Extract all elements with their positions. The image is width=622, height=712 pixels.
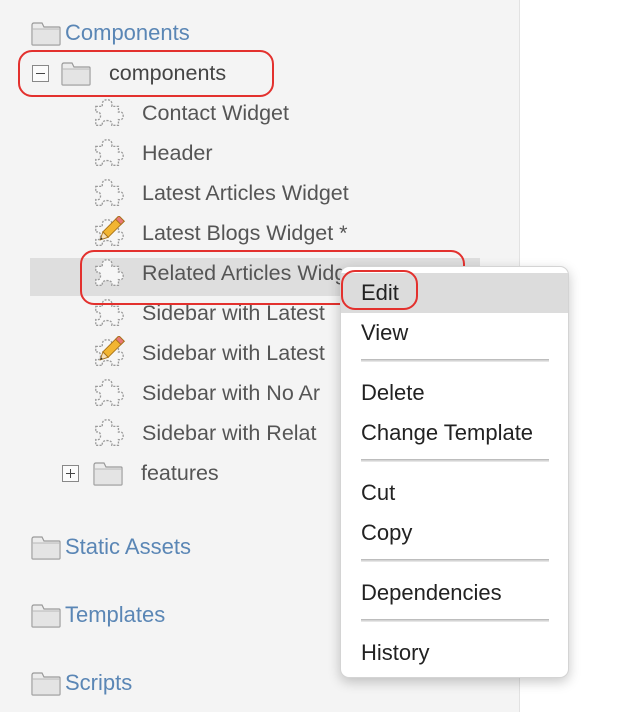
tree-item-selected[interactable]: Related Articles Widget bbox=[92, 254, 364, 292]
tree-item[interactable]: Sidebar with No Ar bbox=[92, 374, 320, 412]
expand-toggle-icon[interactable] bbox=[62, 464, 79, 482]
menu-item-change-template[interactable]: Change Template bbox=[341, 413, 568, 453]
tree-folder-label[interactable]: components bbox=[109, 61, 226, 86]
tree-folder-label[interactable]: features bbox=[141, 461, 219, 486]
tree-item[interactable]: Contact Widget bbox=[92, 94, 289, 132]
folder-icon bbox=[31, 672, 61, 696]
tree-root-label[interactable]: Static Assets bbox=[65, 534, 191, 560]
tree-item[interactable]: Header bbox=[92, 134, 213, 172]
tree-item-label[interactable]: Related Articles Widget bbox=[142, 261, 364, 286]
folder-icon bbox=[31, 536, 61, 560]
menu-item-copy[interactable]: Copy bbox=[341, 513, 568, 553]
tree-item-label[interactable]: Sidebar with No Ar bbox=[142, 381, 320, 406]
tree-item[interactable]: Latest Blogs Widget * bbox=[92, 214, 348, 252]
tree-item-label[interactable]: Latest Articles Widget bbox=[142, 181, 349, 206]
puzzle-icon bbox=[95, 379, 124, 406]
menu-separator bbox=[361, 459, 549, 462]
folder-icon bbox=[93, 462, 123, 486]
tree-root-templates[interactable]: Templates bbox=[31, 596, 165, 634]
puzzle-pencil-icon bbox=[95, 336, 125, 366]
tree-root-label[interactable]: Scripts bbox=[65, 670, 132, 696]
folder-icon bbox=[31, 22, 61, 46]
folder-icon bbox=[31, 604, 61, 628]
tree-item-label[interactable]: Contact Widget bbox=[142, 101, 289, 126]
tree-item[interactable]: Sidebar with Latest bbox=[92, 294, 325, 332]
tree-root-components[interactable]: Components bbox=[31, 14, 190, 52]
menu-separator bbox=[361, 619, 549, 622]
menu-item-cut[interactable]: Cut bbox=[341, 473, 568, 513]
tree-item[interactable]: Sidebar with Latest bbox=[92, 334, 325, 372]
menu-item-history[interactable]: History bbox=[341, 633, 568, 673]
tree-item[interactable]: Latest Articles Widget bbox=[92, 174, 349, 212]
tree-root-label[interactable]: Components bbox=[65, 20, 190, 46]
tree-item-label[interactable]: Latest Blogs Widget * bbox=[142, 221, 348, 246]
tree-folder-components[interactable]: components bbox=[32, 54, 226, 92]
tree-item-label[interactable]: Header bbox=[142, 141, 213, 166]
tree-folder-features[interactable]: features bbox=[62, 454, 219, 492]
tree-root-static-assets[interactable]: Static Assets bbox=[31, 528, 191, 566]
menu-separator bbox=[361, 559, 549, 562]
collapse-toggle-icon[interactable] bbox=[32, 64, 49, 82]
menu-separator bbox=[361, 359, 549, 362]
tree-item-label[interactable]: Sidebar with Relat bbox=[142, 421, 316, 446]
puzzle-pencil-icon bbox=[95, 216, 125, 246]
menu-item-dependencies[interactable]: Dependencies bbox=[341, 573, 568, 613]
puzzle-icon bbox=[95, 99, 124, 126]
menu-item-view[interactable]: View bbox=[341, 313, 568, 353]
puzzle-icon bbox=[95, 259, 124, 286]
puzzle-icon bbox=[95, 179, 124, 206]
tree-item-label[interactable]: Sidebar with Latest bbox=[142, 301, 325, 326]
menu-item-delete[interactable]: Delete bbox=[341, 373, 568, 413]
puzzle-icon bbox=[95, 299, 124, 326]
tree-item-label[interactable]: Sidebar with Latest bbox=[142, 341, 325, 366]
tree-item[interactable]: Sidebar with Relat bbox=[92, 414, 316, 452]
context-menu: Edit View Delete Change Template Cut Cop… bbox=[340, 266, 569, 678]
menu-item-edit[interactable]: Edit bbox=[341, 273, 568, 313]
puzzle-icon bbox=[95, 139, 124, 166]
folder-icon bbox=[61, 62, 91, 86]
tree-root-scripts[interactable]: Scripts bbox=[31, 664, 132, 702]
tree-root-label[interactable]: Templates bbox=[65, 602, 165, 628]
puzzle-icon bbox=[95, 419, 124, 446]
